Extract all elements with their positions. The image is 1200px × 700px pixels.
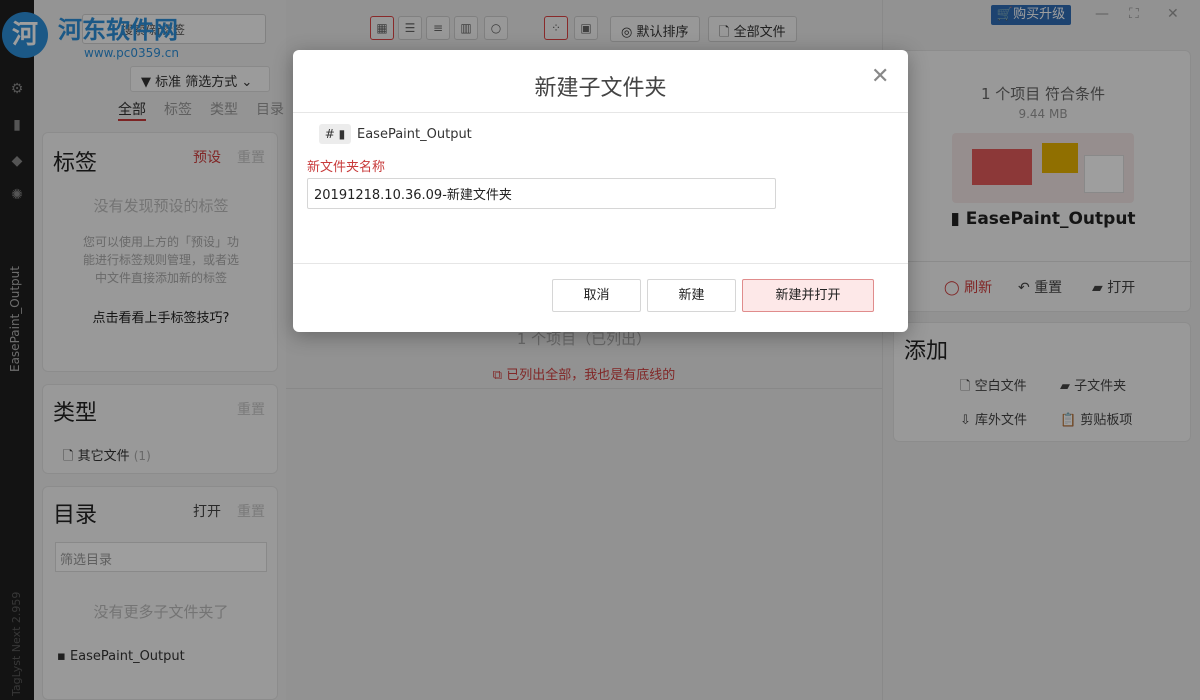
new-subfolder-dialog: 新建子文件夹 ✕ # ▮ EasePaint_Output 新文件夹名称 取消 … [293,50,908,332]
library-badge: # ▮ [319,124,351,144]
close-icon[interactable]: ✕ [871,64,889,89]
folder-name-label: 新文件夹名称 [307,160,386,175]
dialog-divider [293,263,908,264]
hash-label: # [324,127,335,141]
book-icon: ▮ [338,127,346,141]
dialog-divider [293,112,908,113]
target-path: # ▮ EasePaint_Output [319,124,472,144]
create-and-open-button[interactable]: 新建并打开 [742,279,874,312]
cancel-button[interactable]: 取消 [552,279,641,312]
dialog-title: 新建子文件夹 [534,76,667,101]
create-button[interactable]: 新建 [647,279,736,312]
folder-name-input[interactable] [307,178,776,209]
target-path-label: EasePaint_Output [357,126,472,142]
